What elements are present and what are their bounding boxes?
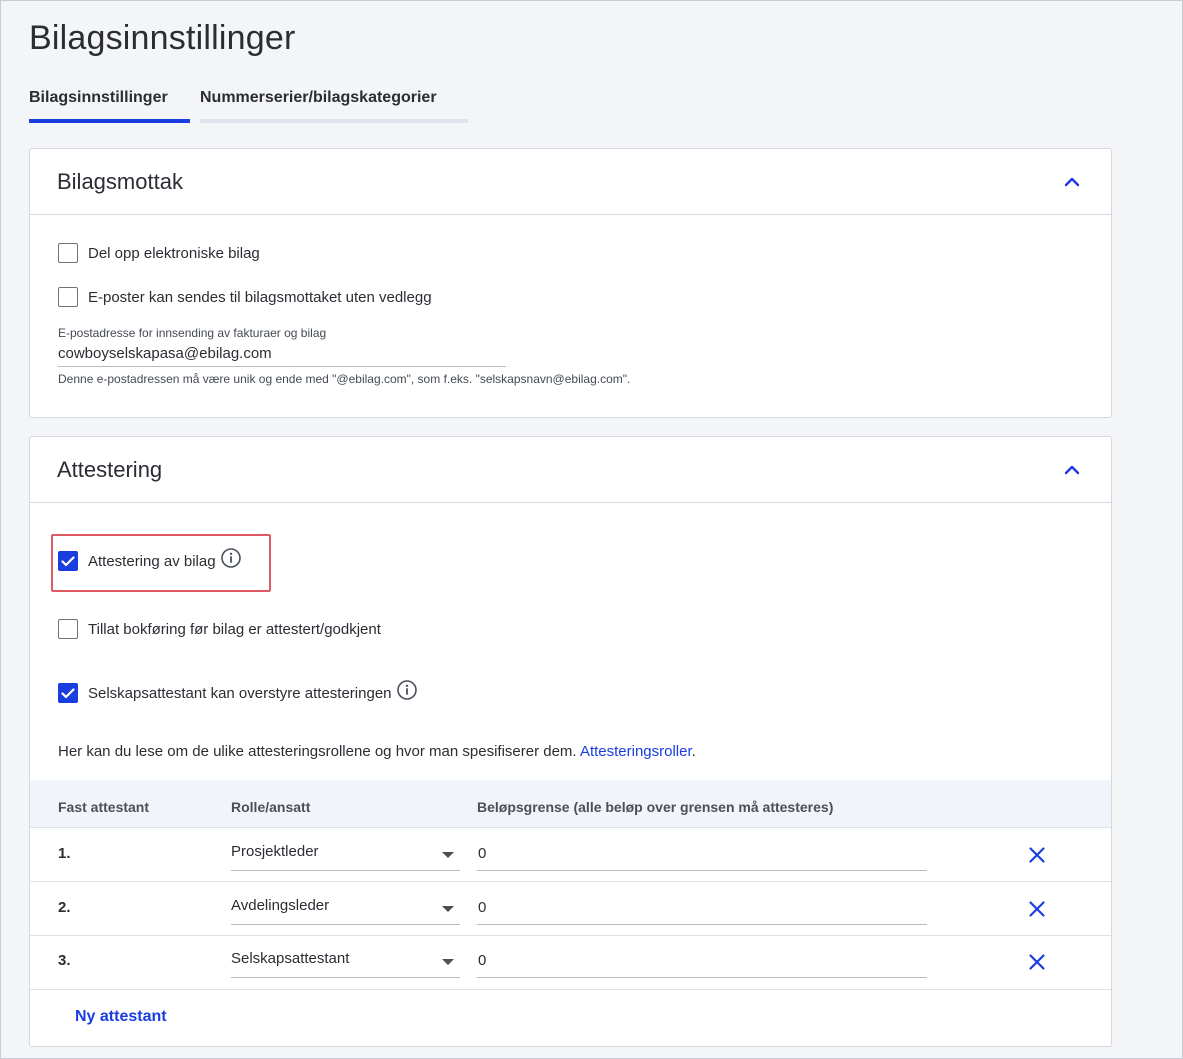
split-electronic-label: Del opp elektroniske bilag [88, 244, 260, 262]
option-split-electronic: Del opp elektroniske bilag [58, 243, 260, 263]
allow-posting-label: Tillat bokføring før bilag er attestert/… [88, 620, 381, 638]
allow-posting-checkbox[interactable] [58, 619, 78, 639]
row-number: 2. [58, 899, 71, 916]
receipt-card: Bilagsmottak Del opp elektroniske bilag … [29, 148, 1112, 418]
attest-roles-link[interactable]: Attesteringsroller [580, 743, 692, 760]
option-allow-posting: Tillat bokføring før bilag er attestert/… [58, 619, 381, 639]
help-text: Her kan du lese om de ulike attesterings… [58, 743, 696, 760]
role-select[interactable]: Avdelingsleder [231, 891, 460, 925]
amount-limit-input[interactable] [477, 837, 927, 871]
option-attest-receipts: Attestering av bilag [58, 548, 242, 571]
collapse-chevron-up-icon[interactable] [1060, 170, 1084, 194]
collapse-chevron-up-icon[interactable] [1060, 458, 1084, 482]
email-field-hint: Denne e-postadressen må være unik og end… [58, 372, 631, 386]
page-title: Bilagsinnstillinger [29, 19, 296, 57]
tab-bilagsinnstillinger[interactable]: Bilagsinnstillinger [29, 89, 190, 123]
remove-attestant-close-icon[interactable] [1026, 951, 1048, 973]
table-row: 1. Prosjektleder [30, 828, 1111, 882]
table-row: 2. Avdelingsleder [30, 882, 1111, 936]
attest-card-header: Attestering [30, 437, 1111, 503]
amount-limit-input[interactable] [477, 944, 927, 978]
dropdown-caret-icon [442, 852, 454, 858]
row-number: 1. [58, 845, 71, 862]
attest-card-title: Attestering [57, 456, 163, 482]
attest-receipts-checkbox[interactable] [58, 551, 78, 571]
col-fixed-attestant: Fast attestant [58, 799, 150, 815]
receipt-card-header: Bilagsmottak [30, 149, 1111, 215]
info-icon[interactable] [220, 547, 242, 569]
settings-page: Bilagsinnstillinger Bilagsinnstillinger … [0, 0, 1183, 1059]
role-select-value: Selskapsattestant [231, 950, 350, 967]
attest-receipts-label: Attestering av bilag [88, 552, 216, 570]
option-company-override: Selskapsattestant kan overstyre attester… [58, 680, 418, 703]
role-select-value: Avdelingsleder [231, 897, 330, 914]
remove-attestant-close-icon[interactable] [1026, 898, 1048, 920]
option-email-no-attachment: E-poster kan sendes til bilagsmottaket u… [58, 287, 432, 307]
help-text-end: . [691, 743, 696, 760]
checkmark-icon [61, 555, 75, 566]
email-no-attachment-label: E-poster kan sendes til bilagsmottaket u… [88, 288, 432, 306]
company-override-label: Selskapsattestant kan overstyre attester… [88, 684, 392, 702]
checkmark-icon [61, 687, 75, 698]
amount-limit-input[interactable] [477, 891, 927, 925]
table-row: 3. Selskapsattestant [30, 936, 1111, 990]
email-field-label: E-postadresse for innsending av fakturae… [58, 326, 327, 340]
role-select-value: Prosjektleder [231, 843, 319, 860]
company-override-checkbox[interactable] [58, 683, 78, 703]
dropdown-caret-icon [442, 906, 454, 912]
receipt-card-title: Bilagsmottak [57, 168, 183, 194]
col-amount-limit: Beløpsgrense (alle beløp over grensen må… [477, 799, 834, 815]
info-icon[interactable] [396, 679, 418, 701]
attest-card: Attestering Attestering av bilag Tillat … [29, 436, 1112, 1047]
email-no-attachment-checkbox[interactable] [58, 287, 78, 307]
email-field[interactable] [58, 345, 506, 367]
attestant-table-header: Fast attestant Rolle/ansatt Beløpsgrense… [30, 780, 1111, 828]
row-number: 3. [58, 952, 71, 969]
remove-attestant-close-icon[interactable] [1026, 844, 1048, 866]
help-text-body: Her kan du lese om de ulike attesterings… [58, 743, 580, 760]
dropdown-caret-icon [442, 959, 454, 965]
role-select[interactable]: Selskapsattestant [231, 944, 460, 978]
tab-nummerserier[interactable]: Nummerserier/bilagskategorier [200, 89, 468, 123]
tab-bar: Bilagsinnstillinger Nummerserier/bilagsk… [29, 89, 478, 123]
split-electronic-checkbox[interactable] [58, 243, 78, 263]
col-role: Rolle/ansatt [231, 799, 311, 815]
add-attestant-button[interactable]: Ny attestant [75, 1008, 167, 1026]
role-select[interactable]: Prosjektleder [231, 837, 460, 871]
